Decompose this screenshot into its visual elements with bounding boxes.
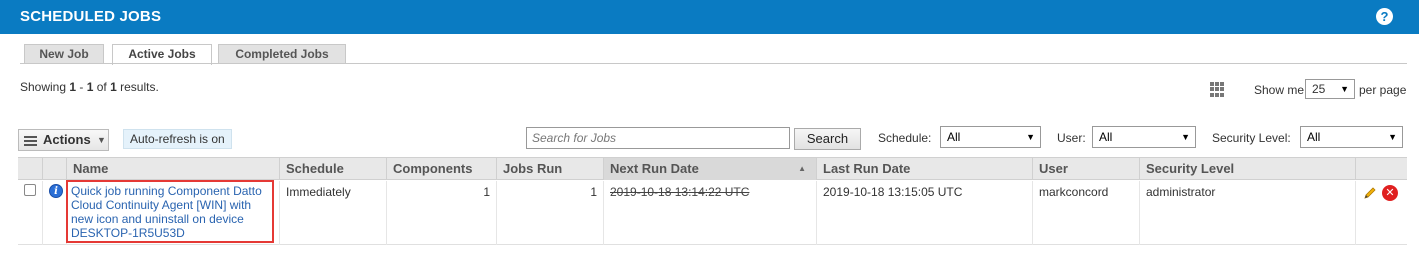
delete-icon[interactable]: ✕	[1382, 185, 1398, 201]
caret-down-icon: ▼	[1340, 84, 1349, 94]
header-schedule[interactable]: Schedule	[279, 158, 386, 180]
schedule-filter-label: Schedule:	[878, 131, 932, 145]
tab-completed-jobs[interactable]: Completed Jobs	[218, 44, 346, 64]
cell-next-run-date: 2019-10-18 13:14:22 UTC	[603, 181, 816, 245]
cell-schedule: Immediately	[279, 181, 386, 245]
header-next-run-date[interactable]: Next Run Date ▲	[603, 158, 816, 180]
per-page-value: 25	[1312, 82, 1326, 96]
header-next-run-date-label: Next Run Date	[610, 161, 699, 176]
tab-new-job[interactable]: New Job	[24, 44, 104, 64]
header-name[interactable]: Name	[66, 158, 279, 180]
cell-info: i	[42, 181, 66, 245]
header-components[interactable]: Components	[386, 158, 496, 180]
actions-label: Actions	[43, 132, 91, 147]
next-run-date-value: 2019-10-18 13:14:22 UTC	[610, 185, 750, 199]
header-actions	[1355, 158, 1407, 180]
help-icon[interactable]: ?	[1376, 8, 1393, 25]
header-info	[42, 158, 66, 180]
cell-last-run-date: 2019-10-18 13:15:05 UTC	[816, 181, 1032, 245]
menu-icon	[24, 136, 37, 146]
results-suffix: results.	[116, 80, 159, 94]
job-name-link[interactable]: Quick job running Component Datto Cloud …	[66, 180, 274, 243]
chevron-down-icon: ▼	[97, 135, 106, 145]
user-filter-select[interactable]: All ▼	[1092, 126, 1196, 148]
schedule-filter-value: All	[947, 130, 961, 144]
page-title: SCHEDULED JOBS	[20, 8, 162, 25]
cell-user: markconcord	[1032, 181, 1139, 245]
results-sep: -	[76, 80, 87, 94]
page-header: SCHEDULED JOBS ?	[0, 0, 1419, 34]
search-button[interactable]: Search	[794, 128, 861, 150]
header-last-run-date[interactable]: Last Run Date	[816, 158, 1032, 180]
edit-pencil-icon[interactable]	[1363, 186, 1377, 200]
row-checkbox[interactable]	[24, 184, 36, 196]
sort-ascending-icon: ▲	[798, 164, 806, 173]
info-icon[interactable]: i	[49, 184, 63, 198]
security-filter-value: All	[1307, 130, 1321, 144]
cell-components: 1	[386, 181, 496, 245]
results-summary: Showing 1 - 1 of 1 results.	[20, 80, 159, 94]
results-total: 1	[110, 80, 117, 94]
header-security-level[interactable]: Security Level	[1139, 158, 1355, 180]
show-me-label: Show me	[1254, 83, 1305, 97]
security-filter-label: Security Level:	[1212, 131, 1291, 145]
cell-select	[18, 181, 42, 245]
header-user[interactable]: User	[1032, 158, 1139, 180]
per-page-select[interactable]: 25 ▼	[1305, 79, 1355, 99]
grid-view-icon[interactable]	[1210, 82, 1225, 97]
cell-security-level: administrator	[1139, 181, 1355, 245]
actions-button[interactable]: Actions ▼	[18, 129, 109, 151]
header-jobs-run[interactable]: Jobs Run	[496, 158, 603, 180]
per-page-label: per page	[1359, 83, 1407, 97]
tab-divider	[20, 63, 1407, 64]
header-select	[18, 158, 42, 180]
auto-refresh-badge[interactable]: Auto-refresh is on	[123, 129, 232, 149]
results-of: of	[93, 80, 111, 94]
search-input[interactable]: Search for Jobs	[526, 127, 790, 149]
caret-down-icon: ▼	[1181, 132, 1190, 142]
table-header: Name Schedule Components Jobs Run Next R…	[18, 157, 1407, 180]
user-filter-value: All	[1099, 130, 1113, 144]
caret-down-icon: ▼	[1388, 132, 1397, 142]
results-prefix: Showing	[20, 80, 70, 94]
security-filter-select[interactable]: All ▼	[1300, 126, 1403, 148]
schedule-filter-select[interactable]: All ▼	[940, 126, 1041, 148]
tab-active-jobs[interactable]: Active Jobs	[112, 44, 212, 65]
caret-down-icon: ▼	[1026, 132, 1035, 142]
user-filter-label: User:	[1057, 131, 1086, 145]
cell-jobs-run: 1	[496, 181, 603, 245]
